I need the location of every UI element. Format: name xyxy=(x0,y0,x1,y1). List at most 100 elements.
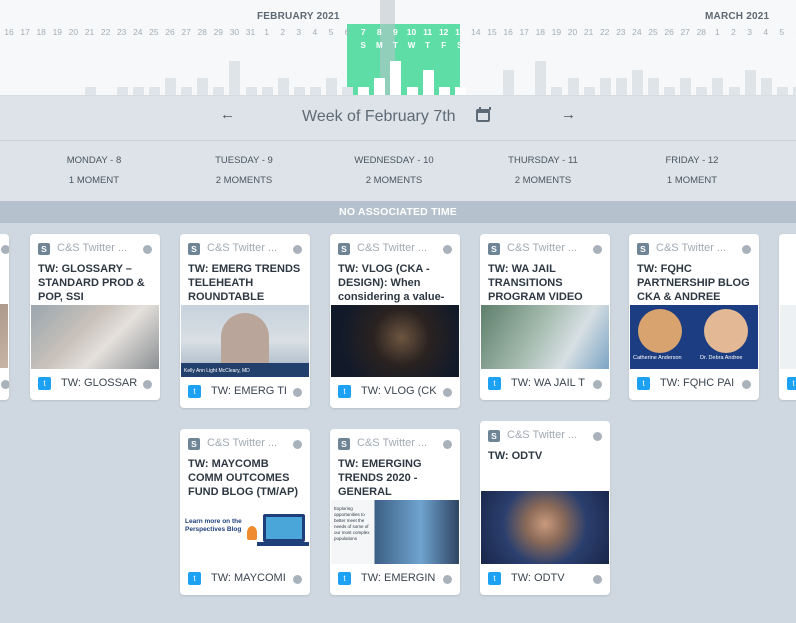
timeline-activity-bar[interactable] xyxy=(776,87,788,95)
moment-card[interactable]: S C&S Twitter ... TW: FQHC PARTNERSHIP B… xyxy=(629,234,759,400)
timeline-day-number[interactable]: 21 xyxy=(82,27,98,37)
timeline-activity-bar[interactable] xyxy=(728,87,740,95)
timeline-day-number[interactable]: 19 xyxy=(548,27,564,37)
timeline-day-number[interactable]: 25 xyxy=(645,27,661,37)
timeline-activity-bar[interactable] xyxy=(229,61,241,95)
timeline-day-number[interactable]: 18 xyxy=(33,27,49,37)
timeline-activity-bar[interactable] xyxy=(664,87,676,95)
timeline-strip[interactable]: FEBRUARY 2021 MARCH 2021 16 17 18 19 20 21 22 2… xyxy=(0,0,796,96)
timeline-activity-bar[interactable] xyxy=(245,87,257,95)
moment-card[interactable]: S C&S Twitter ... TW: EMERG TRENDS TELEH… xyxy=(180,234,310,408)
moment-card[interactable]: S C&S Twitter ... TW: EMERGING TRENDS 20… xyxy=(330,429,460,595)
timeline-day-number[interactable]: 24 xyxy=(629,27,645,37)
timeline-activity-bar[interactable] xyxy=(535,61,547,95)
timeline-activity-bar[interactable] xyxy=(406,87,418,95)
timeline-activity-bar[interactable] xyxy=(261,87,273,95)
timeline-day-number[interactable]: 28 xyxy=(194,27,210,37)
moment-card[interactable]: S C&S Twitter ... TW: ODTV t TW: ODTV xyxy=(480,421,610,595)
timeline-day-number[interactable]: 6 xyxy=(790,27,796,37)
timeline-activity-bar[interactable] xyxy=(197,78,209,95)
timeline-activity-bar[interactable] xyxy=(342,87,354,95)
timeline-day-number[interactable]: 30 xyxy=(226,27,242,37)
timeline-day-number[interactable]: 21 xyxy=(581,27,597,37)
timeline-day-number[interactable]: 4 xyxy=(758,27,774,37)
moment-card-partial-right[interactable]: t xyxy=(779,234,796,400)
moment-card[interactable]: S C&S Twitter ... TW: GLOSSARY – STANDAR… xyxy=(30,234,160,400)
timeline-day-number[interactable]: 26 xyxy=(162,27,178,37)
timeline-day-number[interactable]: 14 xyxy=(468,27,484,37)
timeline-day-number[interactable]: 18 xyxy=(532,27,548,37)
timeline-day-number[interactable]: 15 xyxy=(484,27,500,37)
timeline-day-number[interactable]: 6 xyxy=(339,27,355,37)
timeline-activity-bar[interactable] xyxy=(181,87,193,95)
timeline-activity-bar[interactable] xyxy=(648,78,659,95)
moment-card[interactable]: S C&S Twitter ... TW: MAYCOMB COMM OUTCO… xyxy=(180,429,310,595)
timeline-activity-bar[interactable] xyxy=(454,87,466,95)
timeline-day-number[interactable]: 12 xyxy=(436,27,452,37)
timeline-activity-bar[interactable] xyxy=(551,87,563,95)
timeline-activity-bar[interactable] xyxy=(132,87,144,95)
moment-card[interactable]: S C&S Twitter ... TW: WA JAIL TRANSITION… xyxy=(480,234,610,400)
timeline-day-number[interactable]: 20 xyxy=(565,27,581,37)
arrow-right-icon[interactable]: → xyxy=(561,106,576,123)
timeline-day-number[interactable]: 3 xyxy=(291,27,307,37)
timeline-activity-bar[interactable] xyxy=(631,70,643,95)
timeline-activity-bar[interactable] xyxy=(712,78,724,95)
timeline-day-number[interactable]: 5 xyxy=(774,27,790,37)
timeline-activity-bar[interactable] xyxy=(744,70,756,95)
timeline-activity-bar[interactable] xyxy=(326,78,337,95)
calendar-icon[interactable] xyxy=(476,107,491,122)
timeline-day-number[interactable]: 17 xyxy=(17,27,33,37)
timeline-day-number[interactable]: 5 xyxy=(323,27,339,37)
timeline-activity-bar[interactable] xyxy=(422,70,434,95)
timeline-day-number[interactable]: 24 xyxy=(130,27,146,37)
timeline-activity-bar[interactable] xyxy=(293,87,305,95)
timeline-activity-bar[interactable] xyxy=(760,78,772,95)
timeline-day-number[interactable]: 31 xyxy=(243,27,259,37)
timeline-day-number[interactable]: 9 xyxy=(387,27,403,37)
timeline-activity-bar[interactable] xyxy=(390,61,402,95)
timeline-day-number[interactable]: 16 xyxy=(500,27,516,37)
timeline-day-number[interactable]: 16 xyxy=(1,27,17,37)
timeline-day-number[interactable]: 1 xyxy=(709,27,725,37)
timeline-activity-bar[interactable] xyxy=(599,78,611,95)
moment-card[interactable]: S C&S Twitter ... TW: VLOG (CKA - DESIGN… xyxy=(330,234,460,408)
timeline-activity-bar[interactable] xyxy=(438,87,450,95)
timeline-activity-bar[interactable] xyxy=(615,78,627,95)
timeline-day-number[interactable]: 27 xyxy=(677,27,693,37)
timeline-activity-bar[interactable] xyxy=(165,78,176,95)
timeline-day-number[interactable]: 10 xyxy=(404,27,420,37)
timeline-day-number[interactable]: 27 xyxy=(178,27,194,37)
timeline-day-number[interactable]: 25 xyxy=(146,27,162,37)
timeline-day-number[interactable]: 13 xyxy=(452,27,468,37)
timeline-day-number[interactable]: 11 xyxy=(420,27,436,37)
timeline-activity-bar[interactable] xyxy=(358,87,370,95)
timeline-day-number[interactable]: 19 xyxy=(49,27,65,37)
timeline-day-number[interactable]: 22 xyxy=(98,27,114,37)
timeline-activity-bar[interactable] xyxy=(503,70,515,95)
timeline-day-number[interactable]: 4 xyxy=(307,27,323,37)
timeline-day-number[interactable]: 2 xyxy=(275,27,291,37)
timeline-activity-bar[interactable] xyxy=(567,78,579,95)
timeline-day-number[interactable]: 17 xyxy=(516,27,532,37)
timeline-activity-bar[interactable] xyxy=(696,87,708,95)
arrow-left-icon[interactable]: ← xyxy=(220,106,235,123)
timeline-activity-bar[interactable] xyxy=(374,78,386,95)
timeline-day-number[interactable]: 29 xyxy=(210,27,226,37)
timeline-activity-bar[interactable] xyxy=(583,87,595,95)
timeline-activity-bar[interactable] xyxy=(84,87,96,95)
timeline-day-number[interactable]: 26 xyxy=(661,27,677,37)
timeline-activity-bar[interactable] xyxy=(148,87,160,95)
timeline-day-number[interactable]: 22 xyxy=(597,27,613,37)
timeline-activity-bar[interactable] xyxy=(309,87,321,95)
timeline-activity-bar[interactable] xyxy=(277,78,289,95)
timeline-day-number[interactable]: 28 xyxy=(693,27,709,37)
timeline-day-number[interactable]: 23 xyxy=(613,27,629,37)
timeline-day-number[interactable]: 7 xyxy=(355,27,371,37)
timeline-day-number[interactable]: 8 xyxy=(371,27,387,37)
timeline-day-number[interactable]: 2 xyxy=(726,27,742,37)
timeline-day-number[interactable]: 1 xyxy=(259,27,275,37)
timeline-activity-bar[interactable] xyxy=(116,87,128,95)
timeline-day-number[interactable]: 20 xyxy=(65,27,81,37)
timeline-day-number[interactable]: 3 xyxy=(742,27,758,37)
